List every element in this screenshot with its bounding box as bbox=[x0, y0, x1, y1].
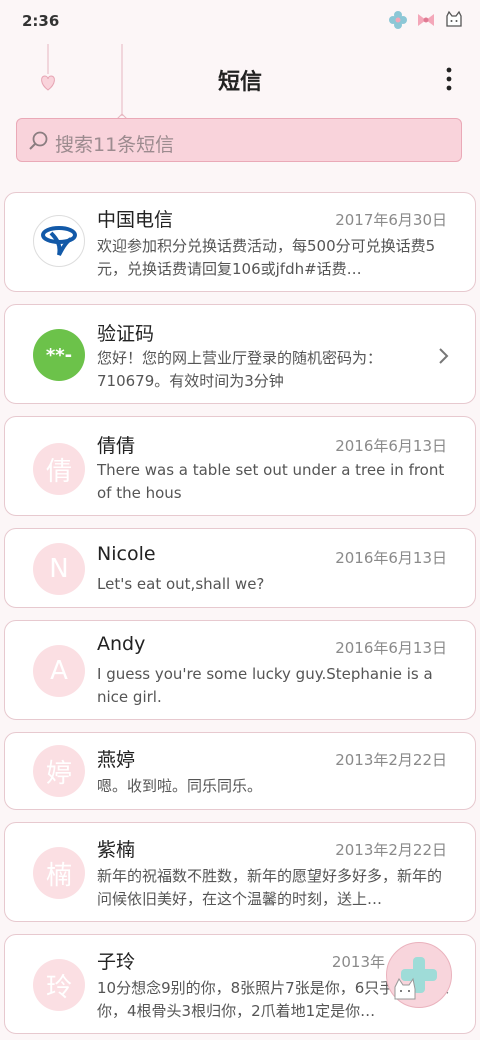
message-date: 2016年6月13日 bbox=[335, 639, 447, 657]
search-bar[interactable]: 搜索11条短信 bbox=[16, 118, 462, 162]
contact-avatar: N bbox=[33, 543, 85, 595]
chevron-right-icon[interactable] bbox=[437, 347, 449, 365]
message-preview: 新年的祝福数不胜数，新年的愿望好多好多，新年的问候依旧美好，在这个温馨的时刻，送… bbox=[97, 867, 443, 908]
message-date: 2016年6月13日 bbox=[335, 549, 447, 567]
cat-icon bbox=[444, 10, 464, 30]
message-preview: 您好！您的网上营业厅登录的随机密码为：710679。有效时间为3分钟 bbox=[97, 349, 383, 390]
status-bar: 2:36 bbox=[0, 0, 480, 44]
status-time: 2:36 bbox=[22, 12, 60, 30]
flower-icon bbox=[388, 10, 408, 30]
message-preview: Let's eat out,shall we? bbox=[97, 575, 265, 593]
message-date: 2017年6月30日 bbox=[335, 211, 447, 229]
page-title: 短信 bbox=[217, 70, 262, 95]
china-telecom-logo-avatar bbox=[33, 215, 85, 267]
contact-avatar: 婷 bbox=[33, 745, 85, 797]
message-preview: 欢迎参加积分兑换话费活动，每500分可兑换话费5元，兑换话费请回复106或jfd… bbox=[97, 237, 436, 278]
search-placeholder: 搜索11条短信 bbox=[55, 134, 175, 156]
contact-name: 验证码 bbox=[97, 323, 155, 345]
search-icon bbox=[27, 129, 51, 153]
contact-avatar: A bbox=[33, 645, 85, 697]
new-message-button[interactable] bbox=[386, 942, 452, 1008]
contact-name: 紫楠 bbox=[97, 839, 136, 861]
contact-name: 中国电信 bbox=[97, 209, 174, 231]
contact-name: 倩倩 bbox=[97, 435, 136, 457]
message-date: 2016年6月13日 bbox=[335, 437, 447, 455]
verification-code-avatar: **- bbox=[33, 329, 85, 381]
message-date: 2013年2月22日 bbox=[335, 751, 447, 769]
bow-icon bbox=[416, 10, 436, 30]
conversation-item[interactable]: 楠 紫楠 2013年2月22日 新年的祝福数不胜数，新年的愿望好多好多，新年的问… bbox=[4, 822, 476, 922]
more-options-icon[interactable] bbox=[444, 66, 454, 92]
contact-name: Andy bbox=[97, 633, 146, 655]
message-preview: There was a table set out under a tree i… bbox=[97, 461, 445, 502]
contact-avatar: 倩 bbox=[33, 443, 85, 495]
contact-avatar: 玲 bbox=[33, 959, 85, 1011]
contact-avatar: 楠 bbox=[33, 847, 85, 899]
conversation-item[interactable]: **- 验证码 您好！您的网上营业厅登录的随机密码为：710679。有效时间为3… bbox=[4, 304, 476, 404]
contact-name: Nicole bbox=[97, 543, 156, 565]
conversation-item[interactable]: N Nicole 2016年6月13日 Let's eat out,shall … bbox=[4, 528, 476, 608]
contact-name: 燕婷 bbox=[97, 749, 136, 771]
message-preview: I guess you're some lucky guy.Stephanie … bbox=[97, 665, 433, 706]
app-header: 短信 bbox=[0, 44, 480, 114]
conversation-item[interactable]: 倩 倩倩 2016年6月13日 There was a table set ou… bbox=[4, 416, 476, 516]
conversation-item[interactable]: 中国电信 2017年6月30日 欢迎参加积分兑换话费活动，每500分可兑换话费5… bbox=[4, 192, 476, 292]
message-preview: 嗯。收到啦。同乐同乐。 bbox=[97, 777, 263, 795]
message-date: 2013年 bbox=[331, 953, 385, 971]
contact-name: 子玲 bbox=[97, 951, 136, 973]
message-date: 2013年2月22日 bbox=[335, 841, 447, 859]
status-icons bbox=[388, 10, 464, 30]
conversation-item[interactable]: 婷 燕婷 2013年2月22日 嗯。收到啦。同乐同乐。 bbox=[4, 732, 476, 810]
conversation-item[interactable]: A Andy 2016年6月13日 I guess you're some lu… bbox=[4, 620, 476, 720]
